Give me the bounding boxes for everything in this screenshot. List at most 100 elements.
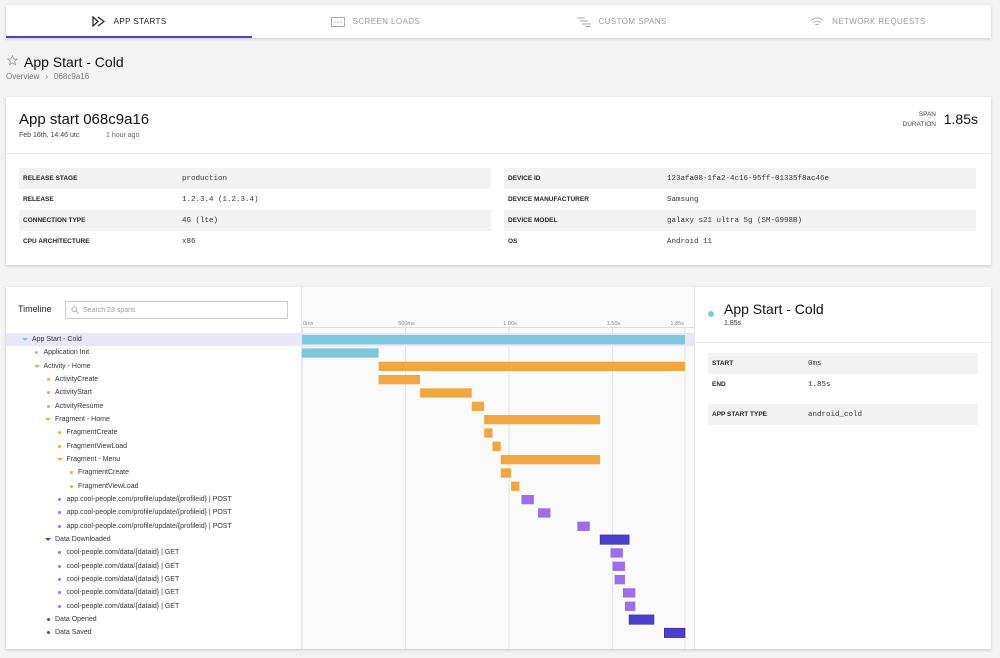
span-tree: App Start - Cold Application Init Activity… [6, 333, 302, 640]
tab-app-starts[interactable]: APP STARTS [6, 5, 253, 38]
span-name: App Start - Cold [32, 336, 82, 344]
span-tree-item[interactable]: Application Init [6, 346, 302, 359]
breadcrumb-overview[interactable]: Overview [6, 72, 39, 81]
span-name: Data Downloaded [55, 536, 111, 544]
attribute-row: CPU ARCHITECTURE x86 [23, 237, 196, 246]
span-tree-item[interactable]: ActivityStart [6, 386, 302, 399]
breadcrumb-separator: › [45, 72, 49, 81]
span-dot-icon [55, 578, 65, 582]
span-bar[interactable] [538, 508, 551, 518]
attribute-row: RELEASE STAGE production [19, 168, 491, 189]
breadcrumb: Overview › 068c9a16 [6, 72, 89, 81]
span-bar[interactable] [492, 441, 501, 451]
span-tree-item[interactable]: ActivityCreate [6, 373, 302, 386]
tab-custom-spans[interactable]: CUSTOM SPANS [499, 5, 745, 38]
span-tree-item[interactable]: FragmentCreate [6, 466, 302, 479]
span-dot-icon [43, 404, 53, 408]
span-name: Application Init [43, 349, 90, 357]
span-tree-item[interactable]: FragmentViewLoad [6, 440, 302, 453]
attribute-row: CONNECTION TYPE 4G (lte) [19, 210, 491, 231]
span-tree-group[interactable]: Fragment - Home [6, 413, 302, 426]
timeline-label: Timeline [18, 304, 52, 314]
tab-network-requests[interactable]: NETWORK REQUESTS [745, 5, 991, 38]
span-bar[interactable] [500, 468, 512, 478]
tab-label: NETWORK REQUESTS [832, 17, 926, 26]
span-tree-item[interactable]: Data Saved [6, 626, 302, 639]
span-tree-group[interactable]: Fragment - Menu [6, 453, 302, 466]
span-tree-item[interactable]: ActivityResume [6, 400, 302, 413]
attribute-row: DEVICE ID 123afa08-1fa2-4c16-95ff-01335f8… [504, 168, 976, 189]
span-tree-item[interactable]: cool-people.com/data/{dataid} | GET [6, 546, 302, 559]
span-tree-group[interactable]: Data Downloaded [6, 533, 302, 546]
span-dot-icon [43, 618, 53, 622]
tab-bar: APP STARTS SCREEN LOADS CUSTOM SPANS NET… [6, 5, 991, 38]
span-date: Feb 16th, 14:46 utc [19, 132, 80, 139]
span-bar[interactable] [302, 348, 379, 358]
span-bar[interactable] [500, 454, 601, 465]
span-bar[interactable] [577, 521, 590, 531]
span-bar[interactable] [628, 614, 655, 625]
span-bar[interactable] [612, 561, 625, 571]
span-detail-panel: App Start - Cold 1.85s START 0ms END 1.85s… [695, 287, 991, 649]
detail-row: START 0ms [708, 353, 978, 374]
span-bar[interactable] [614, 574, 625, 585]
span-bar[interactable] [378, 374, 421, 385]
wifi-icon [810, 17, 824, 27]
span-bar[interactable] [610, 548, 623, 558]
span-dot-icon [43, 391, 53, 395]
span-tree-group[interactable]: Activity - Home [6, 360, 302, 373]
span-tree-item[interactable]: Data Opened [6, 613, 302, 626]
span-bar[interactable] [484, 428, 493, 438]
span-name: Data Saved [55, 629, 92, 637]
span-dot-icon [43, 631, 53, 635]
span-tree-item[interactable]: cool-people.com/data/{dataid} | GET [6, 560, 302, 573]
page-title: App Start - Cold [24, 54, 124, 70]
span-name: Data Opened [55, 616, 97, 624]
span-tree-group[interactable]: App Start - Cold [6, 333, 302, 347]
span-bar[interactable] [471, 401, 485, 411]
axis-tick-label: 0ms [303, 321, 314, 327]
search-input[interactable] [83, 306, 283, 314]
star-icon[interactable] [6, 53, 19, 71]
detail-attribute-table: APP START TYPE android_cold [708, 404, 978, 425]
screen-icon [330, 16, 345, 27]
span-name: cool-people.com/data/{dataid} | GET [66, 576, 180, 584]
detail-row: APP START TYPE android_cold [708, 404, 978, 425]
detail-timing-table: START 0ms END 1.85s [708, 353, 978, 395]
axis-tick-label: 500ms [398, 321, 415, 327]
detail-row: END 1.85s [712, 380, 831, 389]
span-bar[interactable] [378, 361, 685, 371]
page-header: App Start - Cold [6, 53, 124, 71]
span-tree-panel: Timeline App Start - Cold Application Ini… [6, 287, 302, 649]
span-tree-item[interactable]: FragmentViewLoad [6, 480, 302, 493]
span-name: Fragment - Home [55, 416, 110, 424]
axis-tick-label: 1.00s [503, 321, 517, 327]
span-tree-item[interactable]: app.cool-people.com/profile/update/{prof… [6, 506, 302, 519]
span-duration-value: 1.85s [943, 111, 978, 127]
tab-screen-loads[interactable]: SCREEN LOADS [252, 5, 498, 38]
span-relative-time: 1 hour ago [106, 132, 140, 139]
span-bar[interactable] [420, 388, 472, 398]
tab-label: SCREEN LOADS [352, 17, 421, 26]
span-bar[interactable] [622, 588, 636, 598]
span-tree-item[interactable]: cool-people.com/data/{dataid} | GET [6, 600, 302, 613]
span-bar[interactable] [663, 627, 686, 638]
span-name: FragmentCreate [66, 429, 118, 437]
span-bar[interactable] [484, 414, 601, 425]
span-bar[interactable] [511, 481, 520, 491]
span-dot-icon [55, 551, 65, 555]
attribute-row: DEVICE MODEL galaxy s21 ultra 5g (SM-G998… [504, 210, 976, 231]
span-bar[interactable] [521, 494, 534, 505]
span-tree-item[interactable]: app.cool-people.com/profile/update/{prof… [6, 520, 302, 533]
span-bar[interactable] [599, 534, 630, 545]
span-tree-item[interactable]: app.cool-people.com/profile/update/{prof… [6, 493, 302, 506]
span-name: Fragment - Menu [66, 456, 121, 464]
span-tree-item[interactable]: cool-people.com/data/{dataid} | GET [6, 573, 302, 586]
span-color-dot [708, 311, 714, 317]
span-dot-icon [43, 378, 53, 382]
span-tree-item[interactable]: FragmentCreate [6, 426, 302, 439]
span-title: App start 068c9a16 [19, 111, 150, 128]
span-bar[interactable] [302, 335, 685, 345]
span-bar[interactable] [624, 601, 636, 611]
span-tree-item[interactable]: cool-people.com/data/{dataid} | GET [6, 586, 302, 599]
